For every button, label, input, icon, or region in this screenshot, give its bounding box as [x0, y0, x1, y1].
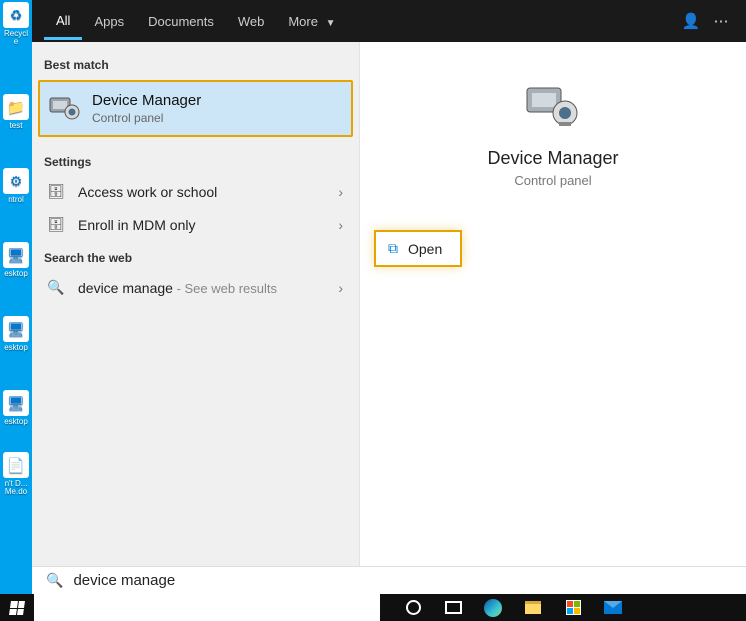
detail-subtitle: Control panel [514, 173, 591, 188]
open-button-label: Open [408, 241, 442, 257]
folder-icon: 📁 [3, 94, 29, 120]
desktop-icon-recycle[interactable]: ♻ Recycle [2, 2, 30, 46]
taskbar [0, 594, 746, 621]
task-view-button[interactable] [442, 597, 464, 619]
windows-logo-icon [9, 601, 25, 615]
mail-icon [604, 601, 622, 614]
tab-more-label: More [288, 14, 318, 29]
best-match-subtitle: Control panel [92, 111, 201, 125]
briefcase-icon: 🗄 [44, 216, 68, 233]
settings-row-label: Access work or school [78, 184, 334, 200]
section-best-match: Best match [32, 48, 359, 78]
shortcut-icon: 🖥 [3, 242, 29, 268]
search-icon: 🔍 [46, 572, 63, 589]
search-scope-tabs: All Apps Documents Web More ▼ 👤 ⋯ [32, 0, 746, 42]
best-match-result[interactable]: Device Manager Control panel [38, 80, 353, 137]
cortana-button[interactable] [402, 597, 424, 619]
desktop-icon[interactable]: 🖥 esktop [2, 242, 30, 278]
chevron-right-icon: › [334, 184, 347, 200]
tab-more[interactable]: More ▼ [276, 4, 347, 38]
microsoft-store-icon [566, 600, 581, 615]
section-settings: Settings [32, 145, 359, 175]
start-button[interactable] [0, 594, 34, 621]
tab-apps[interactable]: Apps [82, 4, 136, 38]
shortcut-icon: 🖥 [3, 390, 29, 416]
desktop-icon[interactable]: ⚙ ntrol [2, 168, 30, 204]
device-manager-icon [48, 94, 82, 124]
briefcase-icon: 🗄 [44, 183, 68, 200]
tab-all[interactable]: All [44, 3, 82, 40]
edge-icon [484, 599, 502, 617]
best-match-title: Device Manager [92, 92, 201, 109]
feedback-icon[interactable]: 👤 [676, 12, 706, 30]
taskbar-pinned-apps [380, 597, 624, 619]
taskbar-app-edge[interactable] [482, 597, 504, 619]
web-search-row[interactable]: 🔍 device manage - See web results › [32, 271, 359, 304]
detail-title: Device Manager [487, 148, 618, 169]
web-search-text: device manage - See web results [78, 280, 334, 296]
more-options-icon[interactable]: ⋯ [706, 12, 736, 30]
taskbar-app-explorer[interactable] [522, 597, 544, 619]
settings-row-enroll-mdm[interactable]: 🗄 Enroll in MDM only › [32, 208, 359, 241]
desktop-icon-label: esktop [4, 344, 28, 352]
settings-row-access-work[interactable]: 🗄 Access work or school › [32, 175, 359, 208]
open-icon: ⧉ [388, 240, 398, 257]
tab-documents[interactable]: Documents [136, 4, 226, 38]
section-search-web: Search the web [32, 241, 359, 271]
file-explorer-icon [525, 601, 541, 614]
web-hint: - See web results [173, 281, 277, 296]
desktop-icon[interactable]: 📄 n't D... Me.do [2, 452, 30, 496]
recycle-bin-icon: ♻ [3, 2, 29, 28]
taskbar-app-store[interactable] [562, 597, 584, 619]
result-detail-pane: Device Manager Control panel ⧉ Open [360, 42, 746, 566]
taskbar-search-area[interactable] [34, 594, 380, 621]
desktop-icon[interactable]: 📁 test [2, 94, 30, 130]
search-results-pane: Best match Device Manager Control panel … [32, 42, 360, 566]
device-manager-large-icon [523, 82, 583, 132]
search-input[interactable] [73, 572, 738, 589]
task-view-icon [445, 601, 462, 614]
desktop-icon-label: ntrol [8, 196, 24, 204]
desktop-icon[interactable]: 🖥 esktop [2, 316, 30, 352]
taskbar-app-mail[interactable] [602, 597, 624, 619]
shortcut-icon: 🖥 [3, 316, 29, 342]
search-icon: 🔍 [44, 279, 68, 296]
chevron-right-icon: › [334, 280, 347, 296]
open-button[interactable]: ⧉ Open [374, 230, 462, 267]
desktop-icon-label: Recycle [2, 30, 30, 46]
chevron-down-icon: ▼ [326, 18, 336, 29]
chevron-right-icon: › [334, 217, 347, 233]
settings-row-label: Enroll in MDM only [78, 217, 334, 233]
cortana-icon [406, 600, 421, 615]
tab-web[interactable]: Web [226, 4, 277, 38]
web-query: device manage [78, 280, 173, 296]
desktop-icon[interactable]: 🖥 esktop [2, 390, 30, 426]
desktop-icon-label: test [10, 122, 23, 130]
desktop-icon-label: n't D... Me.do [2, 480, 30, 496]
shortcut-icon: ⚙ [3, 168, 29, 194]
desktop-icon-label: esktop [4, 270, 28, 278]
desktop-icons: ♻ Recycle 📁 test ⚙ ntrol 🖥 esktop 🖥 eskt… [0, 0, 32, 502]
desktop-icon-label: esktop [4, 418, 28, 426]
search-input-row[interactable]: 🔍 [32, 566, 746, 594]
document-icon: 📄 [3, 452, 29, 478]
